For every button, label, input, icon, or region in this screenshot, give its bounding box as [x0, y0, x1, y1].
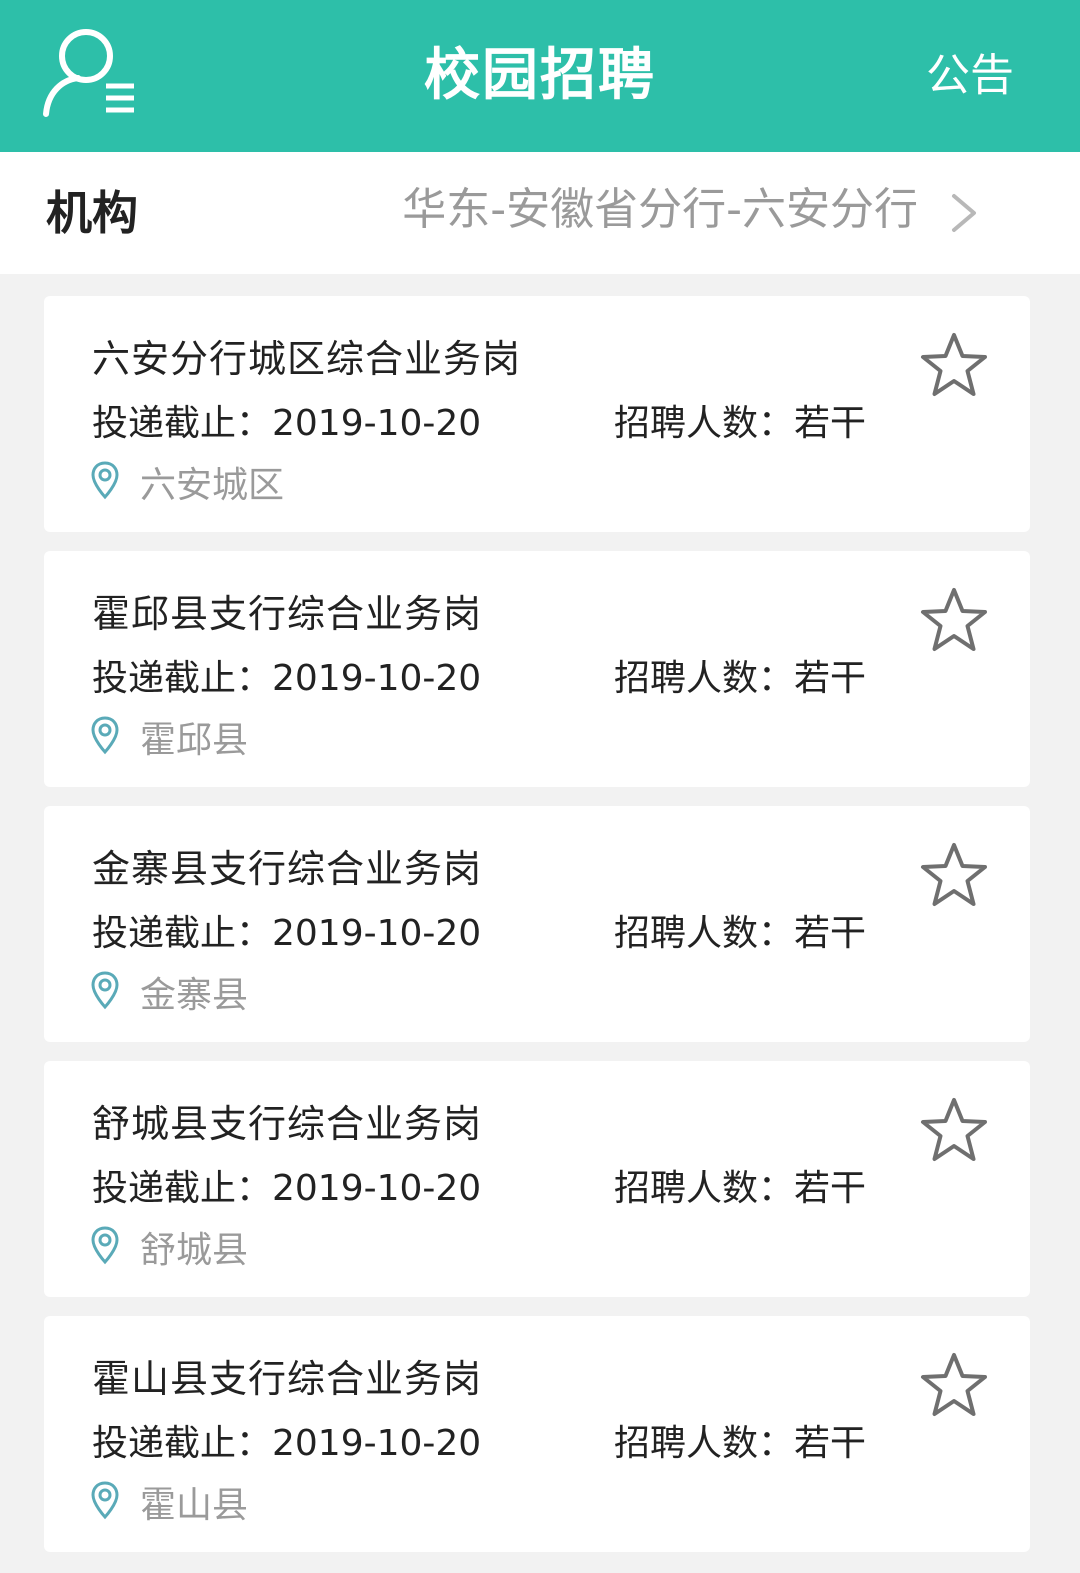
job-card[interactable]: 六安分行城区综合业务岗 投递截止：2019-10-20 招聘人数：若干 六安城区	[44, 296, 1030, 532]
job-headcount: 招聘人数：若干	[614, 913, 867, 954]
job-headcount: 招聘人数：若干	[614, 403, 867, 444]
notice-button[interactable]: 公告	[926, 0, 1014, 152]
job-card[interactable]: 霍邱县支行综合业务岗 投递截止：2019-10-20 招聘人数：若干 霍邱县	[44, 551, 1030, 787]
job-deadline: 投递截止：2019-10-20	[92, 403, 482, 444]
user-menu-icon	[43, 29, 134, 117]
top-bar: 校园招聘 公告	[0, 0, 1080, 152]
job-deadline: 投递截止：2019-10-20	[92, 1423, 482, 1464]
location-pin-icon	[91, 716, 119, 755]
location-pin-icon	[91, 1226, 119, 1265]
favorite-star-icon[interactable]	[918, 585, 990, 657]
job-headcount: 招聘人数：若干	[614, 1168, 867, 1209]
favorite-star-icon[interactable]	[918, 330, 990, 402]
location-pin-icon	[91, 971, 119, 1010]
job-deadline: 投递截止：2019-10-20	[92, 658, 482, 699]
job-title: 舒城县支行综合业务岗	[92, 1102, 483, 1146]
job-deadline: 投递截止：2019-10-20	[92, 1168, 482, 1209]
job-location: 霍山县	[140, 1485, 249, 1526]
job-title: 霍邱县支行综合业务岗	[92, 592, 483, 636]
job-headcount: 招聘人数：若干	[614, 658, 867, 699]
job-headcount: 招聘人数：若干	[614, 1423, 867, 1464]
org-value: 华东-安徽省分行-六安分行	[402, 184, 918, 235]
job-card[interactable]: 霍山县支行综合业务岗 投递截止：2019-10-20 招聘人数：若干 霍山县	[44, 1316, 1030, 1552]
job-card[interactable]: 舒城县支行综合业务岗 投递截止：2019-10-20 招聘人数：若干 舒城县	[44, 1061, 1030, 1297]
favorite-star-icon[interactable]	[918, 1095, 990, 1167]
job-location: 舒城县	[140, 1230, 249, 1271]
job-location: 金寨县	[140, 975, 249, 1016]
job-title: 六安分行城区综合业务岗	[92, 337, 522, 381]
job-card[interactable]: 金寨县支行综合业务岗 投递截止：2019-10-20 招聘人数：若干 金寨县	[44, 806, 1030, 1042]
job-location: 霍邱县	[140, 720, 249, 761]
favorite-star-icon[interactable]	[918, 1350, 990, 1422]
user-menu-button[interactable]	[38, 22, 148, 122]
job-title: 霍山县支行综合业务岗	[92, 1357, 483, 1401]
org-label: 机构	[46, 186, 138, 240]
favorite-star-icon[interactable]	[918, 840, 990, 912]
org-selector[interactable]: 机构 华东-安徽省分行-六安分行	[0, 152, 1080, 274]
page-title: 校园招聘	[424, 43, 656, 108]
job-location: 六安城区	[140, 465, 285, 506]
job-deadline: 投递截止：2019-10-20	[92, 913, 482, 954]
job-title: 金寨县支行综合业务岗	[92, 847, 483, 891]
location-pin-icon	[91, 461, 119, 500]
chevron-right-icon	[952, 194, 976, 232]
location-pin-icon	[91, 1481, 119, 1520]
